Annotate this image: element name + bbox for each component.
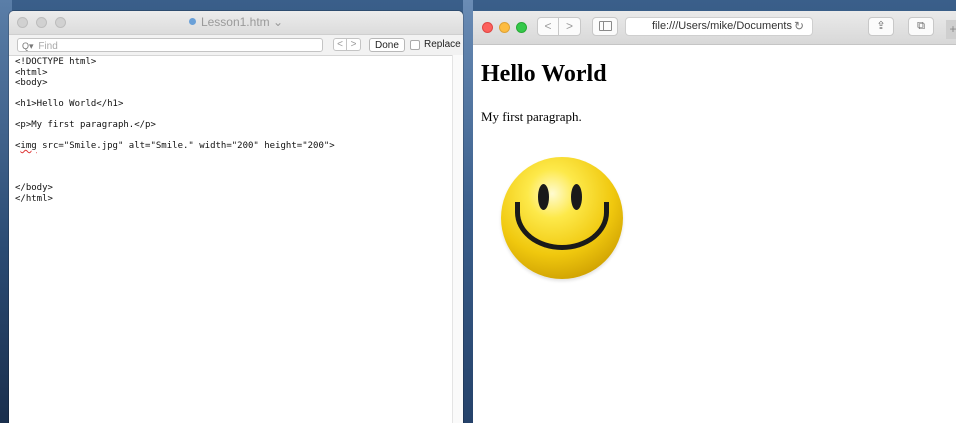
web-page: Hello World My first paragraph. bbox=[473, 45, 956, 423]
code-line-img: <img src="Smile.jpg" alt="Smile." width=… bbox=[15, 141, 335, 152]
code-line: <!DOCTYPE html> bbox=[15, 57, 97, 67]
share-button[interactable]: ⇪ bbox=[868, 17, 894, 36]
tabs-button[interactable]: ⧉ bbox=[908, 17, 934, 36]
share-icon: ⇪ bbox=[876, 20, 886, 32]
code-line: </body> bbox=[15, 183, 53, 193]
close-button[interactable] bbox=[482, 22, 493, 33]
safari-window-controls bbox=[482, 22, 527, 33]
sidebar-icon bbox=[598, 21, 612, 31]
desktop-gap bbox=[463, 0, 473, 423]
window-title[interactable]: Lesson1.htm ⌄ bbox=[9, 15, 463, 29]
done-button[interactable]: Done bbox=[369, 38, 405, 52]
address-bar[interactable]: file:///Users/mike/Documents ↻ bbox=[625, 17, 813, 36]
textedit-titlebar[interactable]: Lesson1.htm ⌄ bbox=[9, 11, 463, 35]
safari-window: < > file:///Users/mike/Documents ↻ ⇪ ⧉ +… bbox=[473, 11, 956, 423]
code-text: src="Smile.jpg" alt="Smile." width="200"… bbox=[36, 141, 335, 151]
back-button[interactable]: < bbox=[537, 17, 559, 36]
document-text[interactable]: <!DOCTYPE html> <html> <body> <h1>Hello … bbox=[15, 57, 335, 204]
find-navigation: < > bbox=[333, 38, 361, 51]
tabs-icon: ⧉ bbox=[917, 20, 925, 32]
page-paragraph: My first paragraph. bbox=[481, 109, 582, 124]
replace-label: Replace bbox=[424, 39, 461, 50]
replace-option[interactable]: Replace bbox=[410, 39, 461, 50]
textedit-window: Lesson1.htm ⌄ Q▾ < > Done Replace <!DOCT… bbox=[9, 11, 463, 423]
find-field[interactable]: Q▾ bbox=[17, 38, 323, 52]
url-text: file:///Users/mike/Documents bbox=[652, 20, 792, 32]
find-next-button[interactable]: > bbox=[347, 38, 361, 51]
zoom-button[interactable] bbox=[516, 22, 527, 33]
chevron-down-icon[interactable]: ⌄ bbox=[273, 15, 283, 29]
reload-icon[interactable]: ↻ bbox=[794, 18, 804, 35]
minimize-button[interactable] bbox=[499, 22, 510, 33]
find-bar: Q▾ < > Done Replace bbox=[9, 35, 463, 56]
code-line: <body> bbox=[15, 78, 48, 88]
sidebar-toggle-button[interactable] bbox=[592, 17, 618, 36]
document-icon bbox=[188, 18, 196, 25]
page-heading: Hello World bbox=[481, 61, 607, 87]
code-line: <h1>Hello World</h1> bbox=[15, 99, 124, 109]
find-previous-button[interactable]: < bbox=[333, 38, 347, 51]
code-line: </html> bbox=[15, 193, 53, 204]
vertical-scrollbar[interactable] bbox=[452, 55, 463, 423]
new-tab-button[interactable]: + bbox=[946, 20, 956, 39]
replace-checkbox[interactable] bbox=[410, 39, 420, 50]
code-line: <html> bbox=[15, 67, 48, 78]
search-icon[interactable]: Q▾ bbox=[22, 41, 34, 51]
smiley-mouth bbox=[515, 202, 609, 250]
safari-toolbar: < > file:///Users/mike/Documents ↻ ⇪ ⧉ + bbox=[473, 11, 956, 45]
code-line: <p>My first paragraph.</p> bbox=[15, 120, 156, 130]
forward-button[interactable]: > bbox=[559, 17, 581, 36]
find-input[interactable] bbox=[38, 41, 309, 52]
smiley-image bbox=[501, 157, 623, 279]
document-name: Lesson1.htm bbox=[200, 15, 270, 29]
spelling-error-word: img bbox=[20, 141, 37, 151]
